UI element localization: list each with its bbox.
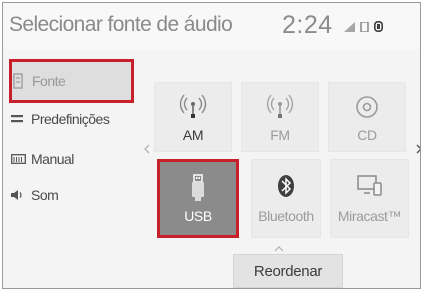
sidebar-item-label: Manual [31,151,74,167]
sidebar-item-som[interactable]: Som [11,177,133,213]
chevron-right-icon[interactable] [416,144,421,154]
source-label: AM [182,127,204,143]
disc-icon [354,93,380,121]
header-bar: Selecionar fonte de áudio 2:24 [3,3,420,49]
source-icon [12,73,30,89]
usb-icon [189,174,207,202]
radio-wave-icon [263,93,297,121]
source-label: CD [357,127,377,143]
chevron-left-icon[interactable] [144,144,150,154]
radio-wave-icon [176,93,210,121]
speaker-icon [11,190,29,200]
audio-source-screen: Selecionar fonte de áudio 2:24 Fonte Pre… [2,2,421,289]
source-label: FM [270,127,290,143]
scroll-handle-icon [274,246,284,252]
screen-title: Selecionar fonte de áudio [9,13,233,36]
source-tile-bluetooth[interactable]: Bluetooth [251,159,321,238]
source-tile-cd[interactable]: CD [328,82,406,152]
clock: 2:24 [282,11,333,39]
status-icons [344,21,383,32]
source-tile-am[interactable]: AM [154,82,232,152]
battery-icon [374,21,383,32]
source-label: Bluetooth [258,208,314,224]
sidebar-item-label: Predefinições [31,111,110,127]
source-label: USB [184,208,212,224]
sidebar: Fonte Predefinições Manual Som [3,55,138,255]
source-label: Miracast™ [337,208,402,224]
sidebar-item-fonte[interactable]: Fonte [9,59,134,103]
sidebar-item-manual[interactable]: Manual [11,141,133,177]
sidebar-item-label: Fonte [32,73,66,89]
source-tile-fm[interactable]: FM [241,82,319,152]
bluetooth-icon [277,172,295,200]
sidebar-item-label: Som [31,187,59,203]
source-tile-usb[interactable]: USB [157,159,239,238]
source-tile-miracast[interactable]: Miracast™ [330,159,409,238]
presets-icon [11,114,29,124]
sidebar-item-predefinicoes[interactable]: Predefinições [11,101,133,137]
reorder-button[interactable]: Reordenar [233,254,343,288]
signal-icon [344,21,355,32]
phone-status-icon [360,21,369,32]
miracast-icon [356,172,384,200]
manual-icon [11,154,29,164]
